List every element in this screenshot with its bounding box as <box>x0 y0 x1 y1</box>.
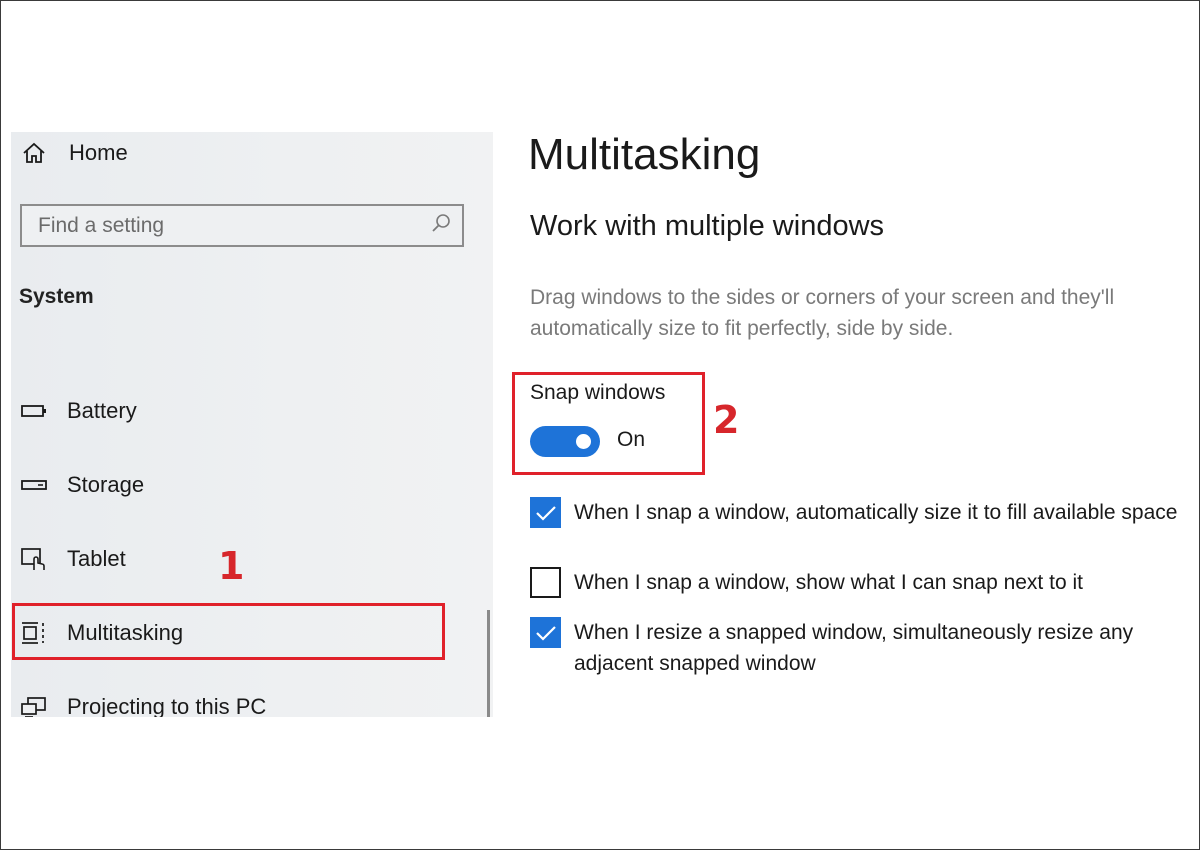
sidebar-item-label: Storage <box>67 472 145 497</box>
search-icon <box>430 212 452 239</box>
step-number-1: 1 <box>218 544 245 588</box>
snap-windows-label: Snap windows <box>530 381 666 404</box>
section-heading: Work with multiple windows <box>530 210 885 242</box>
sidebar-item-storage[interactable]: Storage <box>11 472 144 498</box>
sidebar-item-label: Projecting to this PC <box>67 694 267 717</box>
section-title: System <box>19 285 94 308</box>
sidebar-item-battery[interactable]: Battery <box>11 398 137 424</box>
sidebar-item-projecting[interactable]: Projecting to this PC <box>11 694 266 717</box>
checkmark-icon <box>535 625 556 641</box>
toggle-knob <box>576 434 591 449</box>
sidebar-item-label: Battery <box>67 398 137 423</box>
tablet-icon <box>19 548 49 570</box>
sidebar-item-label: Tablet <box>67 546 126 571</box>
auto-size-checkbox[interactable] <box>530 497 561 528</box>
option-auto-size: When I snap a window, automatically size… <box>530 497 1194 528</box>
sidebar-item-tablet[interactable]: Tablet <box>11 546 126 572</box>
option-label: When I snap a window, show what I can sn… <box>574 571 1083 594</box>
home-icon <box>19 142 49 164</box>
snap-windows-toggle[interactable] <box>530 426 600 457</box>
step-number-2: 2 <box>713 398 740 442</box>
resize-adjacent-checkbox[interactable] <box>530 617 561 648</box>
option-label: When I resize a snapped window, simultan… <box>574 621 1134 675</box>
highlight-box-multitasking <box>12 603 445 660</box>
option-resize-adjacent: When I resize a snapped window, simultan… <box>530 617 1194 679</box>
sidebar-scrollbar[interactable] <box>487 610 490 717</box>
snap-assist-checkbox[interactable] <box>530 567 561 598</box>
option-label: When I snap a window, automatically size… <box>574 501 1178 524</box>
storage-icon <box>19 474 49 496</box>
projecting-icon <box>19 696 49 717</box>
battery-icon <box>19 400 49 422</box>
page-title: Multitasking <box>528 130 761 179</box>
option-show-snap-assist: When I snap a window, show what I can sn… <box>530 567 1194 598</box>
section-description: Drag windows to the sides or corners of … <box>530 286 1115 340</box>
sidebar-item-home[interactable]: Home <box>11 140 128 166</box>
search-placeholder: Find a setting <box>38 213 165 237</box>
search-input[interactable]: Find a setting <box>20 204 464 247</box>
toggle-state-text: On <box>617 428 646 451</box>
checkmark-icon <box>535 505 556 521</box>
sidebar-item-label: Home <box>69 140 128 165</box>
